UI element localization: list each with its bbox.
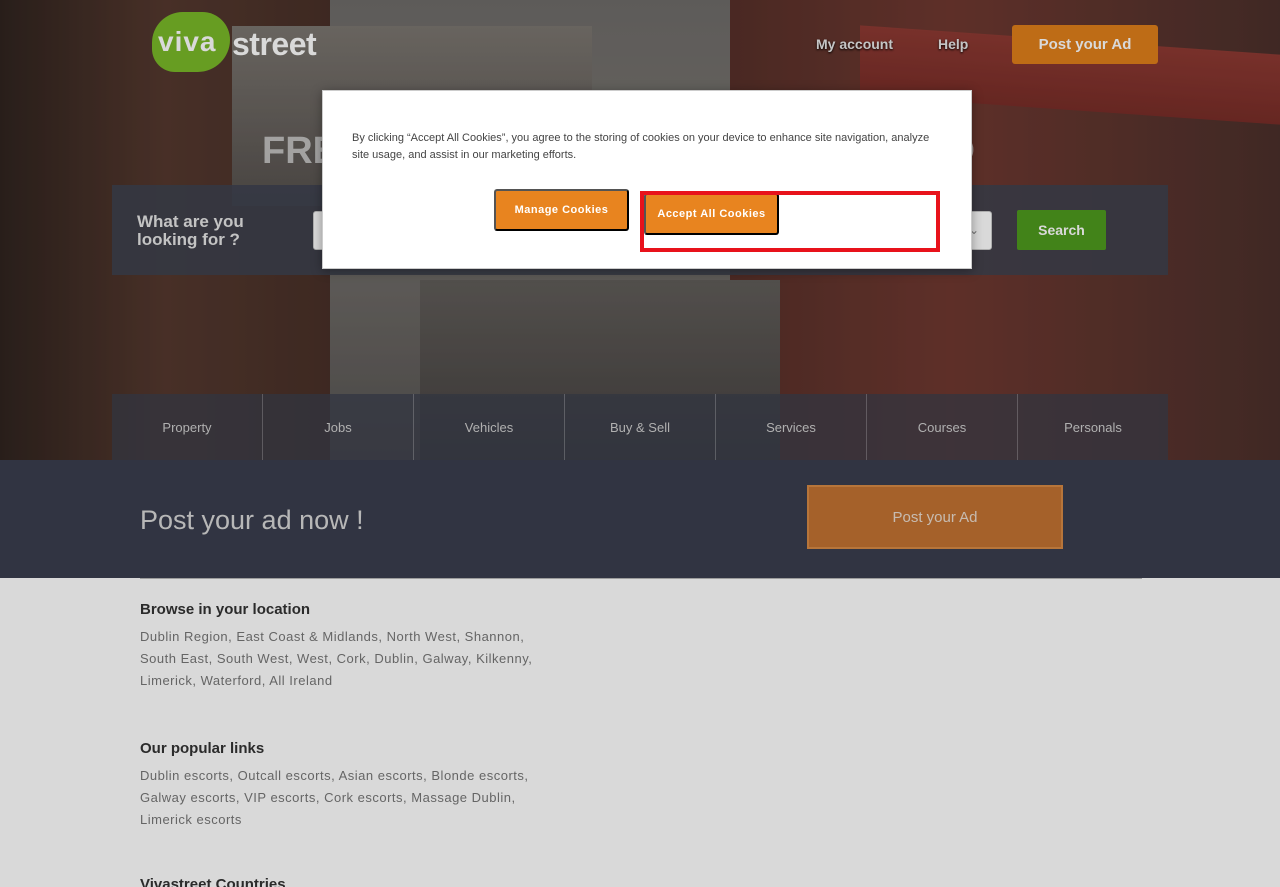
manage-cookies-button[interactable]: Manage Cookies	[494, 189, 629, 231]
cookie-consent-text: By clicking “Accept All Cookies”, you ag…	[352, 132, 930, 161]
highlight-box	[640, 191, 940, 252]
